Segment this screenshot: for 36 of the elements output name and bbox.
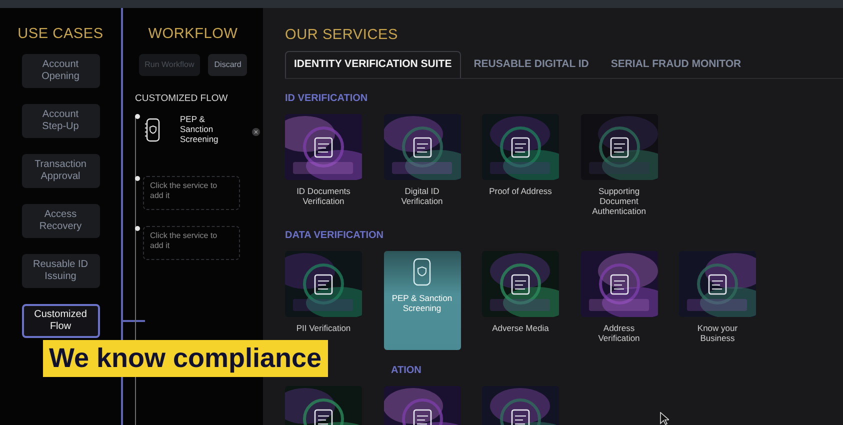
service-label: ID Documents Verification	[296, 186, 352, 206]
tab[interactable]: SERIAL FRAUD MONITOR	[602, 50, 750, 78]
service-label: Proof of Address	[488, 186, 553, 196]
drop-slot[interactable]: Click the service to add it	[143, 176, 240, 210]
timeline-dot	[135, 226, 140, 231]
service-label: Address Verification	[597, 323, 641, 344]
panel-title: USE CASES	[18, 25, 104, 44]
drop-slot[interactable]: Click the service to add it	[143, 226, 240, 260]
service-label: Adverse Media	[491, 323, 550, 334]
timeline-dot	[135, 114, 140, 119]
service-label: Supporting Document Authentication	[591, 186, 647, 216]
timeline-dot	[135, 176, 140, 181]
use-case-button[interactable]: Account Opening	[22, 54, 100, 88]
panel-title: OUR SERVICES	[285, 26, 399, 45]
use-case-button[interactable]: Access Recovery	[22, 204, 100, 238]
use-case-button[interactable]: Reusable ID Issuing	[22, 254, 100, 288]
service-card[interactable]: PEP & Sanction Screening	[384, 251, 460, 350]
close-icon[interactable]	[252, 128, 260, 136]
workflow-button[interactable]: Discard	[208, 54, 248, 76]
tab[interactable]: IDENTITY VERIFICATION SUITE	[285, 50, 461, 78]
service-label: PII Verification	[295, 323, 352, 334]
use-case-button[interactable]: Transaction Approval	[22, 154, 100, 188]
section-title: CUSTOMIZED FLOW	[135, 92, 229, 106]
section-title: ATION	[390, 364, 422, 378]
use-case-button[interactable]: Account Step-Up	[22, 104, 100, 138]
tab[interactable]: REUSABLE DIGITAL ID	[464, 50, 598, 78]
section-title: DATA VERIFICATION	[285, 229, 385, 244]
use-case-button[interactable]: Customized Flow	[22, 304, 100, 338]
shield-chip-icon	[411, 257, 433, 288]
service-label: Know your Business	[696, 323, 739, 344]
step-label: PEP & Sanction Screening	[180, 114, 220, 145]
service-label: Digital ID Verification	[400, 186, 444, 206]
section-title: ID VERIFICATION	[285, 92, 369, 106]
caption: We know compliance	[43, 340, 328, 377]
panel-title: WORKFLOW	[147, 25, 239, 44]
shield-chip-icon	[144, 118, 162, 142]
